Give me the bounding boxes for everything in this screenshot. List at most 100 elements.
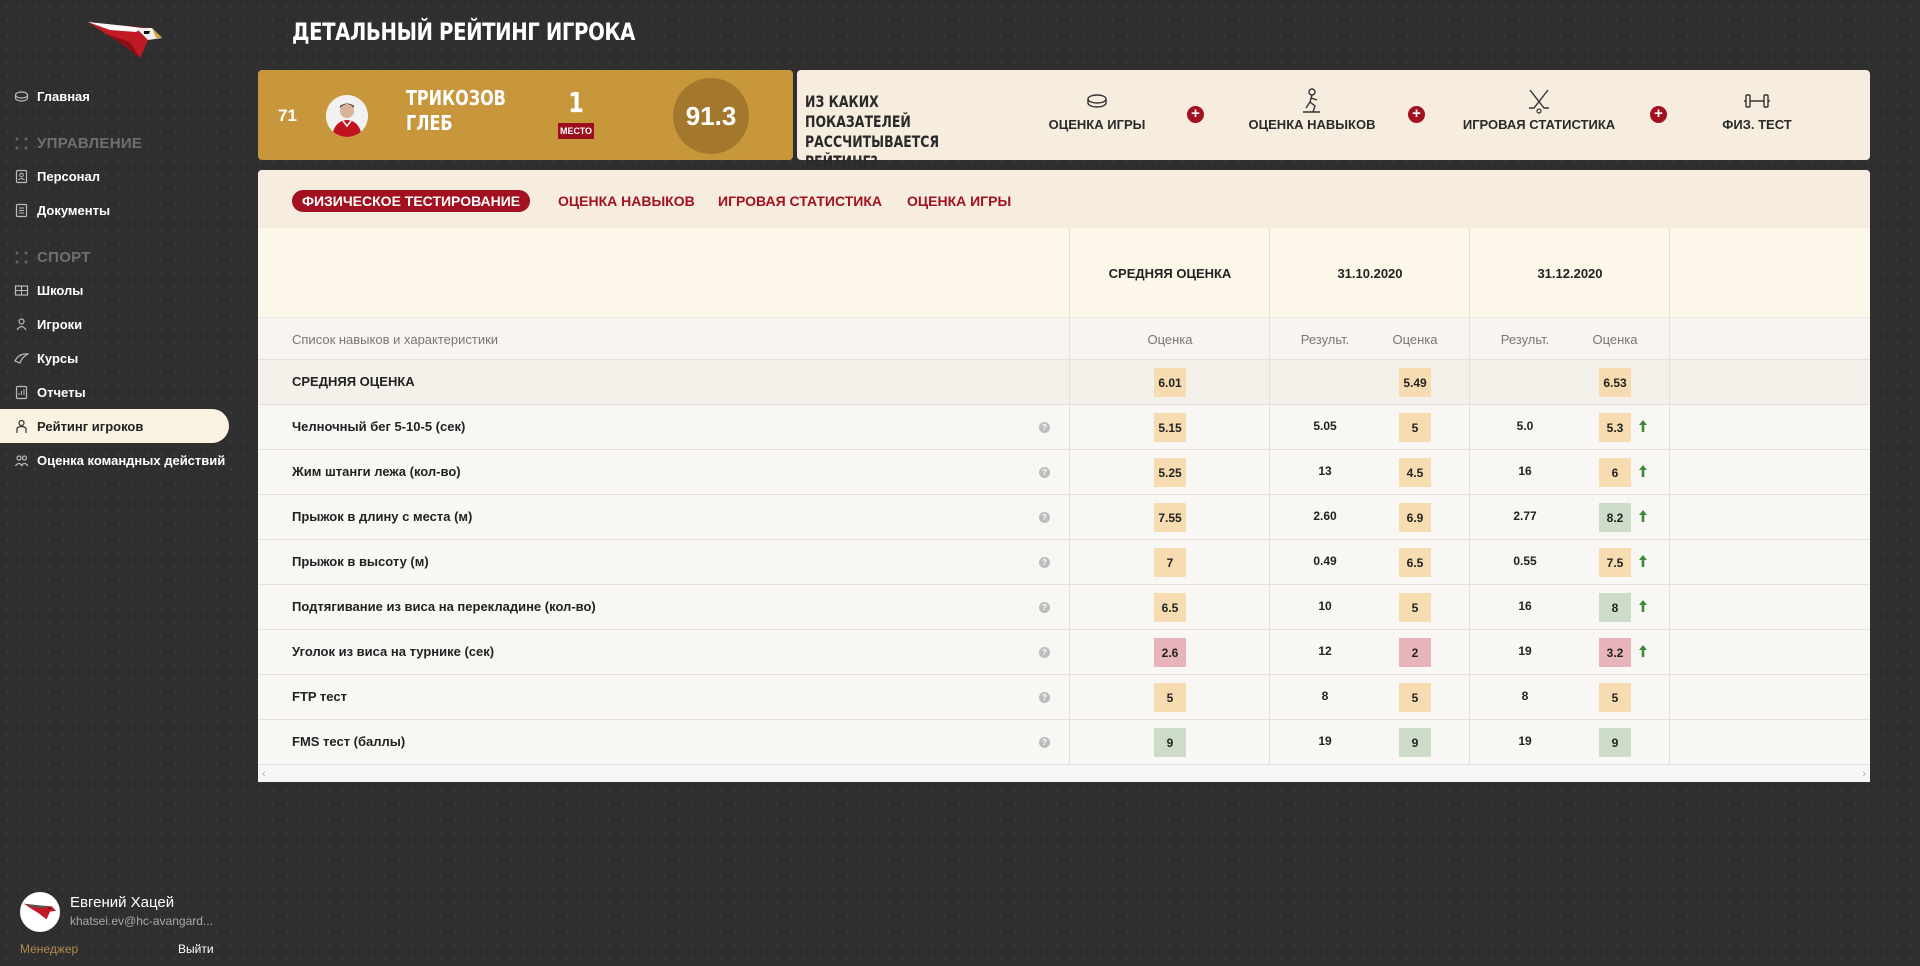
- result-cell: 19: [1518, 644, 1532, 658]
- player-icon: [14, 317, 29, 332]
- sidebar-item-players[interactable]: Игроки: [0, 307, 229, 341]
- result-cell: 5.05: [1313, 419, 1337, 433]
- rating-component-label: ОЦЕНКА НАВЫКОВ: [1248, 117, 1376, 132]
- sidebar-item-reports[interactable]: Отчеты: [0, 375, 229, 409]
- row-label: Жим штанги лежа (кол-во): [292, 464, 461, 479]
- result-cell: 8: [1521, 689, 1529, 703]
- score-cell: 6: [1599, 458, 1631, 487]
- team-icon: [14, 453, 29, 468]
- result-cell: 0.49: [1313, 554, 1337, 568]
- score-cell: 5.25: [1154, 458, 1186, 487]
- sidebar-item-personnel[interactable]: Персонал: [0, 159, 229, 193]
- row-label: Уголок из виса на турнике (сек): [292, 644, 495, 659]
- result-cell: 12: [1318, 644, 1332, 658]
- table-row: FTP тест? 5 8 5 8 5: [258, 675, 1870, 720]
- score-cell: 9: [1399, 728, 1431, 757]
- section-label: УПРАВЛЕНИЕ: [37, 135, 143, 152]
- result-cell: 2.60: [1313, 509, 1337, 523]
- help-icon[interactable]: ?: [1039, 557, 1050, 568]
- help-icon[interactable]: ?: [1039, 467, 1050, 478]
- user-name: Евгений Хацей: [70, 894, 175, 911]
- table-row: Жим штанги лежа (кол-во)? 5.25 13 4.5 16 6: [258, 450, 1870, 495]
- row-label: Прыжок в высоту (м): [292, 554, 429, 569]
- subheader-list: Список навыков и характеристики: [292, 332, 499, 347]
- score-cell: 5: [1399, 593, 1431, 622]
- user-email: khatsei.ev@hc-avangard...: [70, 914, 213, 928]
- trend-up-icon: [1639, 600, 1647, 612]
- row-label: Подтягивание из виса на перекладине (кол…: [292, 599, 596, 614]
- score-cell: 9: [1599, 728, 1631, 757]
- score-cell: 6.9: [1399, 503, 1431, 532]
- rating-component-label: ОЦЕНКА ИГРЫ: [1048, 117, 1146, 132]
- trend-up-icon: [1639, 645, 1647, 657]
- help-icon[interactable]: ?: [1039, 647, 1050, 658]
- logout-link[interactable]: Выйти: [178, 942, 214, 956]
- table-row: FMS тест (баллы)? 9 19 9 19 9: [258, 720, 1870, 765]
- sidebar-item-team-actions[interactable]: Оценка командных действий: [0, 443, 229, 477]
- subheader-result: Результ.: [1500, 332, 1550, 347]
- tab-game-rating[interactable]: ОЦЕНКА ИГРЫ: [907, 190, 1011, 212]
- user-profile: Евгений Хацей khatsei.ev@hc-avangard... …: [20, 892, 225, 962]
- column-header-average: СРЕДНЯЯ ОЦЕНКА: [1108, 265, 1232, 281]
- rating-detail-panel: ФИЗИЧЕСКОЕ ТЕСТИРОВАНИЕ ОЦЕНКА НАВЫКОВ И…: [258, 170, 1870, 782]
- document-icon: [14, 203, 29, 218]
- sidebar-item-documents[interactable]: Документы: [0, 193, 229, 227]
- rating-component-label: ФИЗ. ТЕСТ: [1722, 117, 1792, 132]
- report-icon: [14, 385, 29, 400]
- sidebar-item-label: Игроки: [37, 316, 83, 332]
- help-icon[interactable]: ?: [1039, 737, 1050, 748]
- score-cell: 4.5: [1399, 458, 1431, 487]
- trend-up-icon: [1639, 420, 1647, 432]
- player-score: 91.3: [673, 78, 749, 154]
- score-cell: 5: [1154, 683, 1186, 712]
- plus-icon: +: [1650, 106, 1667, 123]
- scroll-right-icon[interactable]: ›: [1862, 768, 1866, 780]
- rating-info-panel: ИЗ КАКИХ ПОКАЗАТЕЛЕЙ РАССЧИТЫВАЕТСЯ РЕЙТ…: [797, 70, 1870, 171]
- column-divider: [1669, 228, 1670, 782]
- horizontal-scrollbar[interactable]: ‹ ›: [258, 764, 1870, 782]
- result-cell: 5.0: [1516, 419, 1534, 433]
- score-cell: 6.01: [1154, 368, 1186, 397]
- sidebar-item-home[interactable]: Главная: [0, 79, 229, 113]
- score-cell: 6.53: [1599, 368, 1631, 397]
- sidebar: Главная УПРАВЛЕНИЕ Персонал Документы СП…: [0, 0, 232, 966]
- trend-up-icon: [1639, 465, 1647, 477]
- sidebar-item-label: Оценка командных действий: [37, 452, 226, 468]
- tab-skills[interactable]: ОЦЕНКА НАВЫКОВ: [558, 190, 695, 212]
- column-divider: [1269, 228, 1270, 782]
- sidebar-item-player-rating[interactable]: Рейтинг игроков: [0, 409, 229, 443]
- score-cell: 8.2: [1599, 503, 1631, 532]
- puck-icon: [1042, 88, 1152, 114]
- sidebar-item-label: Школы: [37, 282, 84, 298]
- logo[interactable]: [86, 18, 164, 64]
- avatar[interactable]: [20, 892, 60, 932]
- result-cell: 16: [1518, 464, 1532, 478]
- table-row: Уголок из виса на турнике (сек)? 2.6 12 2 19…: [258, 630, 1870, 675]
- plus-icon: +: [1408, 106, 1425, 123]
- tab-physical-testing[interactable]: ФИЗИЧЕСКОЕ ТЕСТИРОВАНИЕ: [292, 190, 531, 212]
- scroll-left-icon[interactable]: ‹: [262, 768, 266, 780]
- table-row-average: СРЕДНЯЯ ОЦЕНКА 6.01 5.49 6.53: [258, 360, 1870, 405]
- row-label: СРЕДНЯЯ ОЦЕНКА: [292, 374, 415, 389]
- hawk-logo-icon: [88, 22, 162, 58]
- result-cell: 0.55: [1513, 554, 1537, 568]
- tab-game-stats[interactable]: ИГРОВАЯ СТАТИСТИКА: [718, 190, 882, 212]
- player-place: 1: [568, 86, 584, 119]
- help-icon[interactable]: ?: [1039, 422, 1050, 433]
- subheader-result: Результ.: [1300, 332, 1350, 347]
- column-header-date: 31.10.2020: [1337, 265, 1403, 281]
- sidebar-section-management: УПРАВЛЕНИЕ: [14, 135, 142, 152]
- page-title: ДЕТАЛЬНЫЙ РЕЙТИНГ ИГРОКА: [292, 18, 635, 46]
- score-cell: 6.5: [1154, 593, 1186, 622]
- rating-icon: [14, 419, 29, 434]
- result-cell: 8: [1321, 689, 1329, 703]
- sidebar-item-courses[interactable]: Курсы: [0, 341, 229, 375]
- score-cell: 3.2: [1599, 638, 1631, 667]
- sidebar-item-schools[interactable]: Школы: [0, 273, 229, 307]
- trend-up-icon: [1639, 555, 1647, 567]
- result-cell: 16: [1518, 599, 1532, 613]
- table-row: Челночный бег 5-10-5 (сек)? 5.15 5.05 5 5.0 5…: [258, 405, 1870, 450]
- help-icon[interactable]: ?: [1039, 512, 1050, 523]
- help-icon[interactable]: ?: [1039, 602, 1050, 613]
- help-icon[interactable]: ?: [1039, 692, 1050, 703]
